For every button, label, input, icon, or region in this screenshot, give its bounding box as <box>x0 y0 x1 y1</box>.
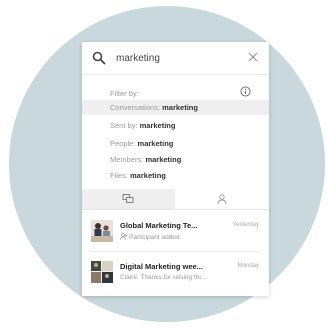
result-timestamp: Monday <box>237 263 259 269</box>
filter-keyword: marketing <box>139 121 176 130</box>
result-subtitle: Claire: Thanks for raising thi... <box>120 274 207 281</box>
close-icon[interactable] <box>247 51 259 63</box>
result-timestamp: Yesterday <box>232 222 259 228</box>
result-title: Digital Marketing wee... <box>120 262 203 271</box>
search-input[interactable] <box>116 51 236 65</box>
participant-icon <box>120 233 128 240</box>
avatar <box>91 261 113 283</box>
search-panel: Filter by: Conversations: marketing Sent… <box>82 42 269 296</box>
filter-prefix: People: <box>110 139 138 148</box>
result-item-global-marketing[interactable]: Global Marketing Te... Yesterday Partici… <box>82 213 269 249</box>
filter-item-sent-by[interactable]: Sent by: marketing <box>82 118 269 133</box>
info-icon[interactable] <box>240 86 251 97</box>
result-subtitle: Participant added <box>120 233 180 241</box>
tab-people[interactable] <box>175 189 269 209</box>
divider <box>90 251 261 252</box>
filter-item-people[interactable]: People: marketing <box>82 136 269 151</box>
filter-item-conversations[interactable]: Conversations: marketing <box>82 100 269 115</box>
search-icon <box>92 51 106 65</box>
conversations-icon <box>122 194 134 203</box>
filter-prefix: Members: <box>110 155 146 164</box>
filter-prefix: Conversations: <box>110 103 163 112</box>
filter-item-members[interactable]: Members: marketing <box>82 152 269 167</box>
result-title: Global Marketing Te... <box>120 221 198 230</box>
avatar <box>91 220 113 242</box>
filter-prefix: Files: <box>110 171 131 180</box>
filter-keyword: marketing <box>145 155 182 164</box>
filter-item-files[interactable]: Files: marketing <box>82 168 269 183</box>
people-icon <box>217 194 227 205</box>
result-subtitle-text: Participant added <box>129 234 180 241</box>
stage: Filter by: Conversations: marketing Sent… <box>0 0 330 331</box>
tab-conversations[interactable] <box>82 189 175 209</box>
filter-prefix: Sent by: <box>110 121 140 130</box>
filter-keyword: marketing <box>137 139 174 148</box>
filter-by-label: Filter by: <box>110 89 139 98</box>
filter-keyword: marketing <box>162 103 198 112</box>
search-bar <box>82 42 269 75</box>
results-tabs <box>82 189 269 210</box>
result-item-digital-marketing[interactable]: Digital Marketing wee... Monday Claire: … <box>82 254 269 290</box>
filter-keyword: marketing <box>130 171 166 180</box>
